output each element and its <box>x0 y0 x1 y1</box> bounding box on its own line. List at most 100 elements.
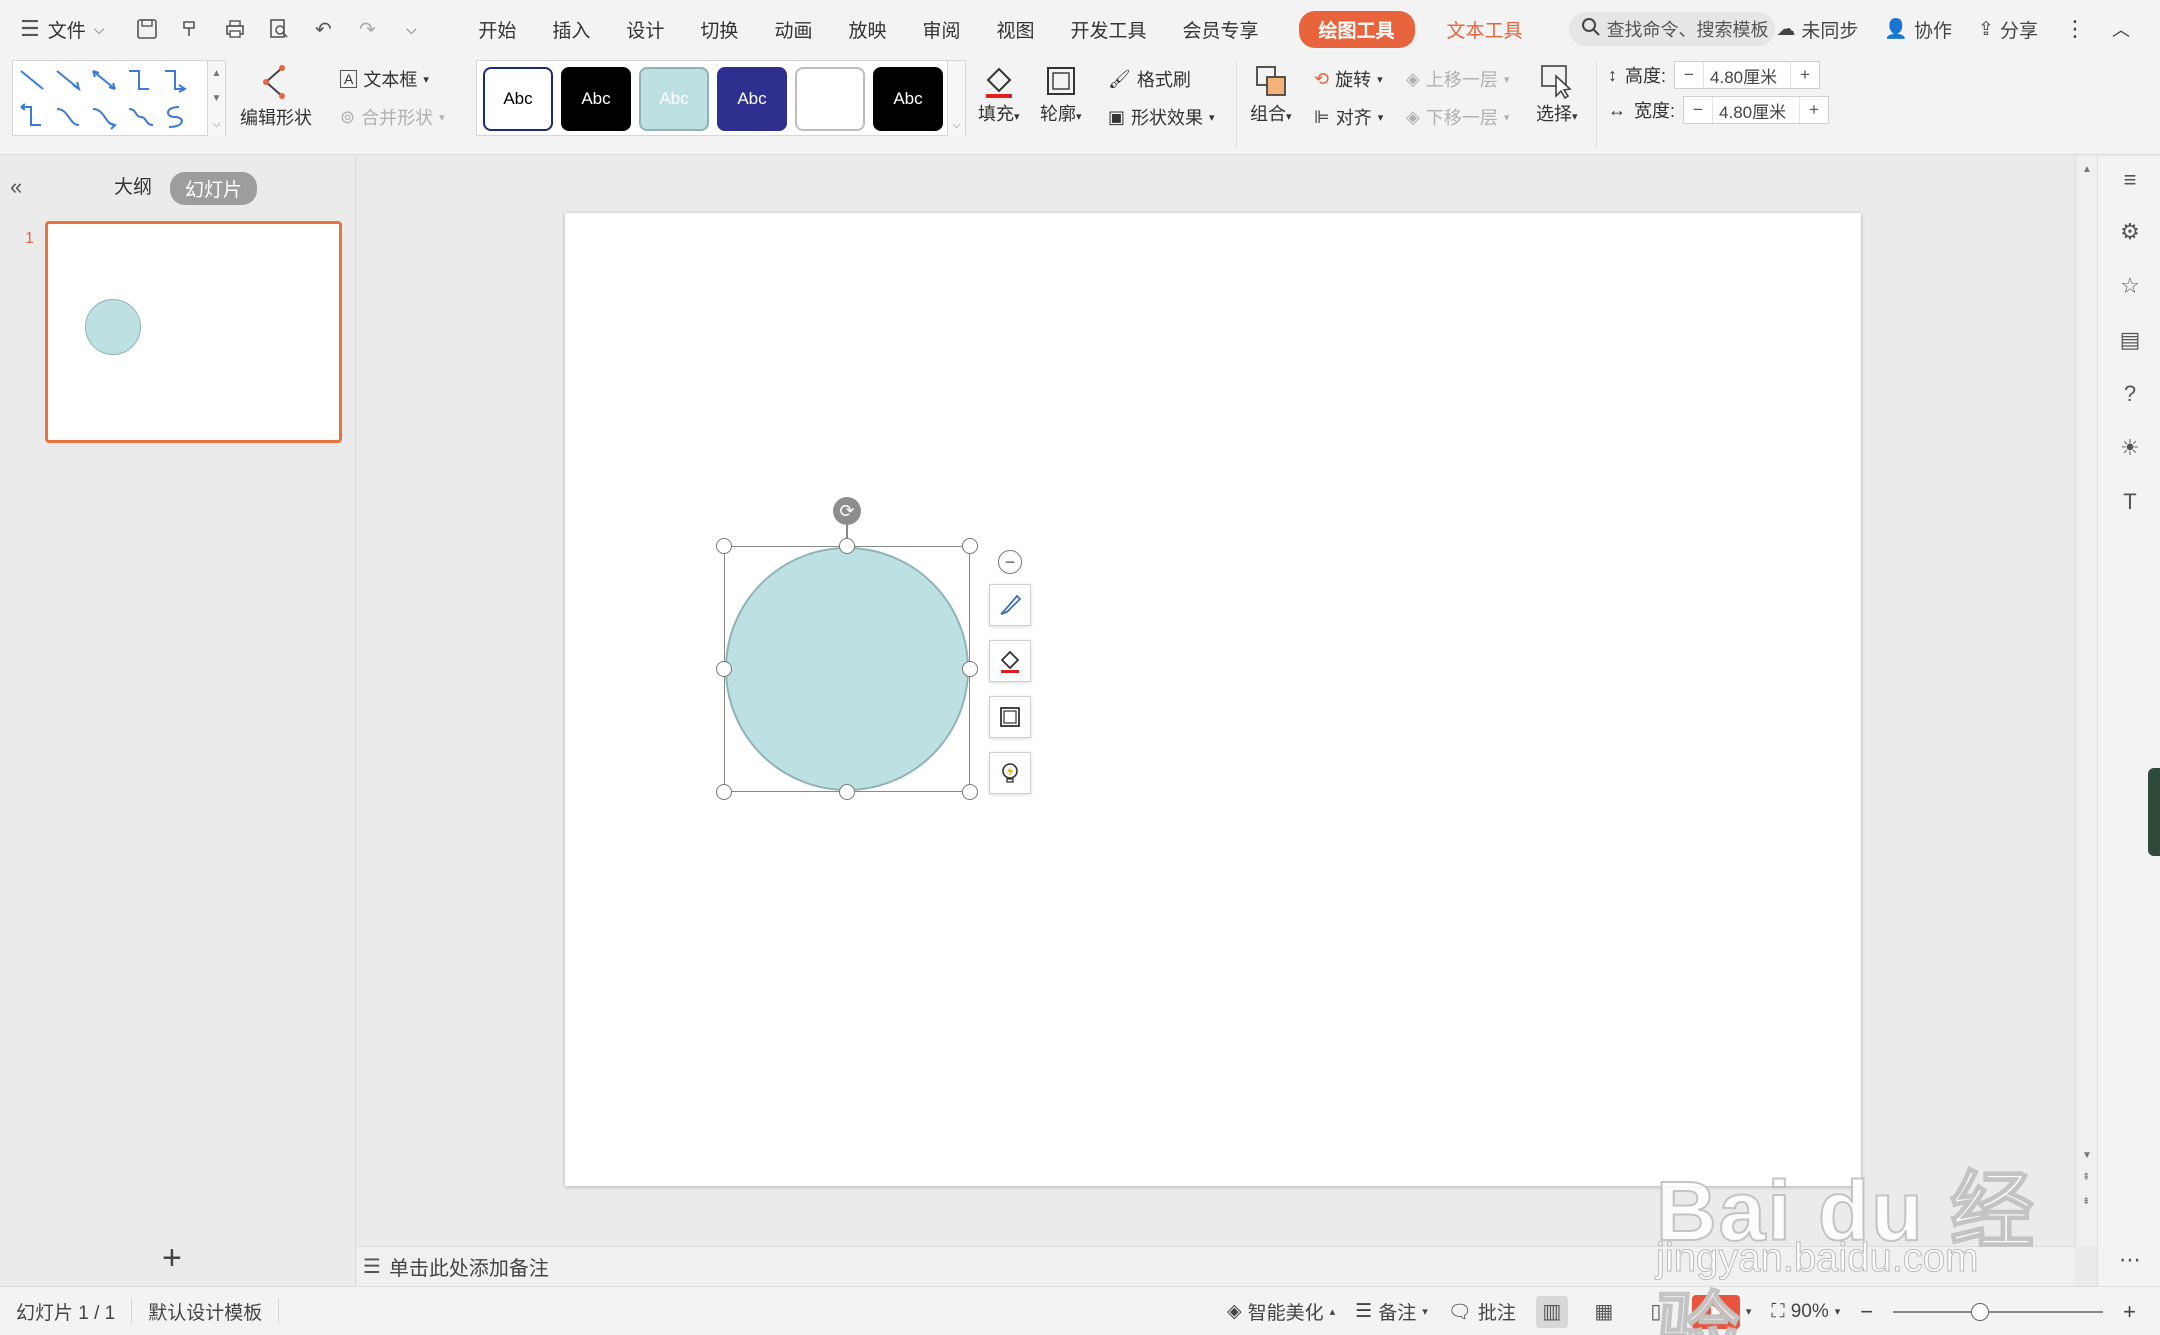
tab-developer[interactable]: 开发工具 <box>1053 16 1165 43</box>
add-slide-icon[interactable]: + <box>162 1241 182 1275</box>
play-slideshow-button[interactable]: ▾ <box>1691 1294 1751 1329</box>
next-slide-icon[interactable]: ⇟ <box>2082 1196 2090 1207</box>
style-swatch[interactable]: Abc <box>717 67 787 131</box>
align-button[interactable]: ⊫ 对齐 ▾ <box>1314 104 1383 130</box>
scroll-down-icon[interactable]: ▼ <box>2082 1150 2092 1161</box>
rotate-handle-icon[interactable]: ⟳ <box>833 497 861 525</box>
outline-button[interactable]: 轮廓▾ <box>1040 62 1082 126</box>
plus-icon[interactable]: + <box>1800 100 1828 120</box>
gallery-expand-icon[interactable]: ⌵ <box>213 119 221 130</box>
share-button[interactable]: ⇪ 分享 <box>1978 16 2038 43</box>
tab-view[interactable]: 视图 <box>978 16 1052 43</box>
print-preview-icon[interactable] <box>266 16 292 42</box>
normal-view-icon[interactable]: ▥ <box>1535 1295 1568 1328</box>
collapse-toolbar-icon[interactable]: − <box>998 550 1022 574</box>
edit-shape-button[interactable]: 编辑形状 <box>240 62 312 130</box>
style-swatch[interactable]: Abc <box>483 67 553 131</box>
zoom-in-icon[interactable]: + <box>2123 1299 2136 1325</box>
shape-style-button[interactable] <box>989 584 1031 626</box>
format-painter-button[interactable]: 🖌 格式刷 <box>1108 66 1191 92</box>
sync-button[interactable]: ☁ 未同步 <box>1776 16 1858 43</box>
tab-slideshow[interactable]: 放映 <box>830 16 904 43</box>
shape-effect-button[interactable]: ▣ 形状效果 ▾ <box>1108 104 1215 130</box>
resize-handle[interactable] <box>839 538 855 554</box>
group-button[interactable]: 组合▾ <box>1250 62 1292 126</box>
comments-button[interactable]: 🗨 批注 <box>1448 1298 1516 1325</box>
height-stepper[interactable]: − 4.80厘米 + <box>1674 61 1821 89</box>
resize-handle[interactable] <box>716 661 732 677</box>
height-value[interactable]: 4.80厘米 <box>1703 62 1792 88</box>
resize-handle[interactable] <box>962 538 978 554</box>
tab-animations[interactable]: 动画 <box>756 16 830 43</box>
width-value[interactable]: 4.80厘米 <box>1712 97 1801 123</box>
more-options-icon[interactable]: ⋮ <box>2064 16 2086 42</box>
select-button[interactable]: 选择▾ <box>1536 62 1578 126</box>
send-backward-button[interactable]: ◈ 下移一层 ▾ <box>1406 104 1509 130</box>
collapse-panel-icon[interactable]: « <box>10 174 22 200</box>
style-swatch-selected[interactable]: Abc <box>639 67 709 131</box>
styles-expand[interactable]: ⌵ <box>947 61 965 137</box>
minus-icon[interactable]: − <box>1675 65 1703 85</box>
format-copy-icon[interactable] <box>178 16 204 42</box>
text-box-button[interactable]: A 文本框 ▾ <box>340 66 429 92</box>
slide-sorter-icon[interactable]: ▦ <box>1588 1296 1620 1328</box>
resize-handle[interactable] <box>962 661 978 677</box>
template-name[interactable]: 默认设计模板 <box>132 1298 278 1325</box>
print-icon[interactable] <box>222 16 248 42</box>
properties-icon[interactable]: ⚙ <box>2116 218 2144 246</box>
tab-review[interactable]: 审阅 <box>904 16 978 43</box>
file-menu[interactable]: ☰ 文件 ⌵ <box>20 0 104 58</box>
gallery-scroll[interactable]: ▲ ▼ ⌵ <box>207 61 225 137</box>
redo-icon[interactable]: ↷ <box>354 16 380 42</box>
previous-slide-icon[interactable]: ⇞ <box>2082 1172 2090 1183</box>
shape-outline-button[interactable] <box>989 696 1031 738</box>
undo-icon[interactable]: ↶ <box>310 16 336 42</box>
collaborate-button[interactable]: 👤 协作 <box>1884 16 1952 43</box>
style-swatch[interactable] <box>795 67 865 131</box>
zoom-slider-knob[interactable] <box>1971 1302 1990 1321</box>
slide-thumbnail[interactable] <box>45 221 342 443</box>
help-icon[interactable]: ? <box>2116 380 2144 408</box>
vertical-scrollbar[interactable]: ▲ ▼ ⇞ ⇟ <box>2075 156 2097 1246</box>
circle-shape[interactable] <box>725 547 969 791</box>
customize-toolbar-icon[interactable]: ⌵ <box>398 16 424 42</box>
smart-suggest-button[interactable] <box>989 752 1031 794</box>
collapse-ribbon-icon[interactable]: ︿ <box>2112 16 2130 42</box>
minus-icon[interactable]: − <box>1684 100 1712 120</box>
scroll-down-icon[interactable]: ▼ <box>212 93 222 104</box>
save-icon[interactable] <box>134 16 160 42</box>
zoom-slider[interactable] <box>1893 1302 2104 1321</box>
layout-icon[interactable]: ▤ <box>2116 326 2144 354</box>
fill-button[interactable]: 填充▾ <box>978 62 1020 126</box>
side-widget-tab[interactable] <box>2148 768 2160 856</box>
tab-outline[interactable]: 大纲 <box>114 172 152 199</box>
text-tool-icon[interactable]: T <box>2116 488 2144 516</box>
notes-bar[interactable]: ☰ 单击此处添加备注 <box>357 1246 2075 1286</box>
shape-fill-button[interactable] <box>989 640 1031 682</box>
resize-handle[interactable] <box>839 784 855 800</box>
tab-drawing-tools[interactable]: 绘图工具 <box>1298 10 1415 48</box>
lightbulb-icon[interactable]: ☀ <box>2116 434 2144 462</box>
style-swatch[interactable]: Abc <box>561 67 631 131</box>
resize-handle[interactable] <box>716 784 732 800</box>
tab-insert[interactable]: 插入 <box>534 16 608 43</box>
tab-text-tools[interactable]: 文本工具 <box>1429 16 1541 43</box>
tab-design[interactable]: 设计 <box>608 16 682 43</box>
resize-handle[interactable] <box>962 784 978 800</box>
scroll-up-icon[interactable]: ▲ <box>2082 164 2092 175</box>
notes-toggle-button[interactable]: ☰ 备注 ▾ <box>1355 1298 1428 1325</box>
merge-shape-button[interactable]: ⊚ 合并形状 ▾ <box>340 104 445 130</box>
zoom-fit-button[interactable]: ⛶ 90% ▾ <box>1771 1301 1840 1323</box>
plus-icon[interactable]: + <box>1791 65 1819 85</box>
reading-view-icon[interactable]: ▯ <box>1640 1296 1672 1328</box>
scroll-up-icon[interactable]: ▲ <box>212 68 222 79</box>
width-stepper[interactable]: − 4.80厘米 + <box>1683 96 1830 124</box>
tab-transitions[interactable]: 切换 <box>682 16 756 43</box>
resize-handle[interactable] <box>716 538 732 554</box>
style-swatch[interactable]: Abc <box>873 67 943 131</box>
sidebar-menu-icon[interactable]: ≡ <box>2116 166 2144 194</box>
zoom-out-icon[interactable]: − <box>1860 1299 1873 1325</box>
tab-home[interactable]: 开始 <box>460 16 534 43</box>
command-search[interactable]: 查找命令、搜索模板 <box>1568 12 1775 46</box>
line-shape-gallery[interactable]: ▲ ▼ ⌵ <box>12 60 226 137</box>
